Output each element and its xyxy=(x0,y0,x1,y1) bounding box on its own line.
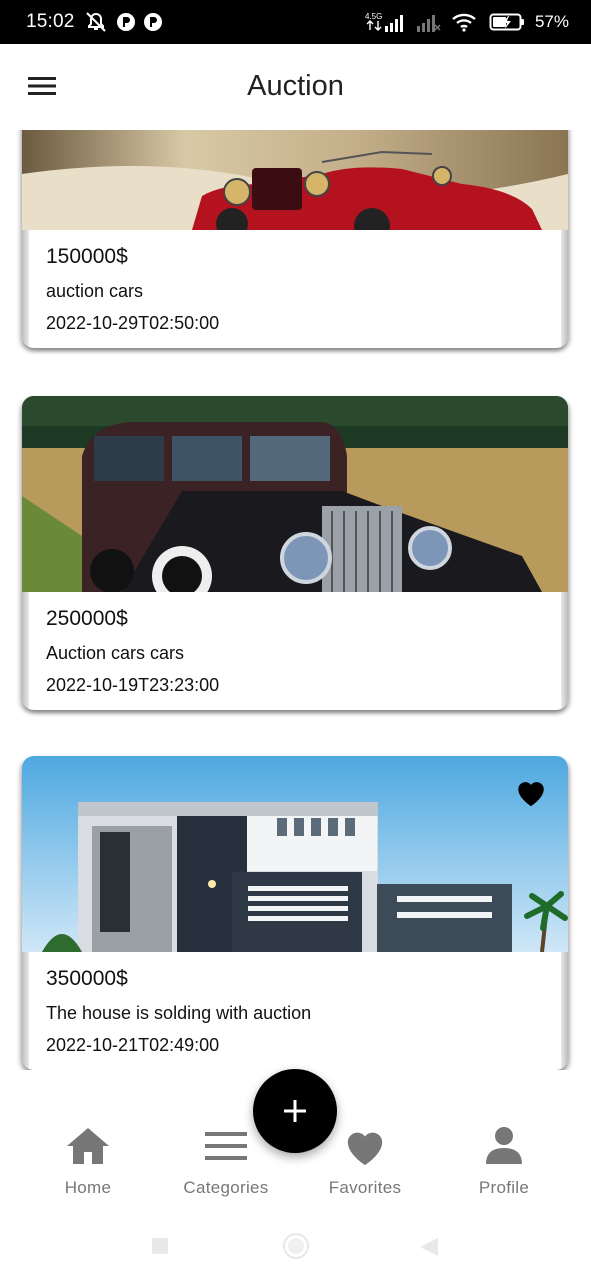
nav-label-categories: Categories xyxy=(183,1178,269,1197)
nav-item-home[interactable]: Home xyxy=(18,1124,158,1198)
mute-notifications-icon xyxy=(85,12,106,32)
app-bar: Auction xyxy=(0,44,591,130)
page-title: Auction xyxy=(247,70,344,102)
home-circle-icon[interactable] xyxy=(282,1232,310,1260)
listing-title: The house is solding with auction xyxy=(46,1003,312,1023)
signal-icon: 4.5G xyxy=(365,12,403,32)
listing-details: 350000$ The house is solding with auctio… xyxy=(22,952,568,1070)
nav-label-profile: Profile xyxy=(478,1178,530,1197)
app-notification-icon xyxy=(116,13,135,31)
listing-image xyxy=(22,130,568,230)
listing-title: Auction cars cars xyxy=(46,643,185,663)
network-type-label: 4.5G xyxy=(365,12,382,21)
back-icon[interactable] xyxy=(418,1236,440,1258)
listing-feed[interactable]: 150000$ auction cars 2022-10-29T02:50:00 xyxy=(0,130,591,1070)
home-icon xyxy=(67,1128,109,1164)
listing-image xyxy=(22,756,568,952)
wifi-icon xyxy=(452,13,476,32)
nav-label-favorites: Favorites xyxy=(328,1178,402,1197)
listing-title: auction cars xyxy=(46,281,144,301)
status-left-icons xyxy=(83,11,163,33)
listing-details: 150000$ auction cars 2022-10-29T02:50:00 xyxy=(22,230,568,348)
add-listing-button[interactable] xyxy=(253,1069,337,1153)
status-right-icons: 4.5G 57% xyxy=(365,11,569,33)
listing-card[interactable]: 250000$ Auction cars cars 2022-10-19T23:… xyxy=(22,396,568,710)
battery-charging-icon xyxy=(489,13,524,31)
status-bar: 15:02 4.5G 57% xyxy=(0,0,591,44)
nav-label-home: Home xyxy=(64,1178,112,1197)
recents-icon[interactable] xyxy=(150,1236,170,1256)
listing-date: 2022-10-29T02:50:00 xyxy=(46,313,220,333)
system-navigation-bar xyxy=(0,1210,591,1280)
status-time: 15:02 xyxy=(26,11,75,32)
nav-item-profile[interactable]: Profile xyxy=(434,1124,574,1198)
listing-card[interactable]: 150000$ auction cars 2022-10-29T02:50:00 xyxy=(22,130,568,348)
person-icon xyxy=(486,1127,522,1164)
listing-price: 250000$ xyxy=(46,607,128,630)
listing-date: 2022-10-21T02:49:00 xyxy=(46,1035,220,1055)
no-signal-icon xyxy=(416,15,441,32)
battery-percent: 57% xyxy=(534,12,569,31)
listing-date: 2022-10-19T23:23:00 xyxy=(46,675,220,695)
listing-price: 150000$ xyxy=(46,245,128,268)
app-notification-icon xyxy=(143,13,162,31)
listing-image xyxy=(22,396,568,592)
favorite-button[interactable] xyxy=(514,776,548,808)
listing-card[interactable]: 350000$ The house is solding with auctio… xyxy=(22,756,568,1070)
listing-details: 250000$ Auction cars cars 2022-10-19T23:… xyxy=(22,592,568,710)
list-icon xyxy=(205,1132,247,1160)
heart-icon xyxy=(347,1132,383,1166)
listing-price: 350000$ xyxy=(46,967,128,990)
heart-icon xyxy=(518,782,544,807)
plus-icon xyxy=(284,1100,306,1122)
